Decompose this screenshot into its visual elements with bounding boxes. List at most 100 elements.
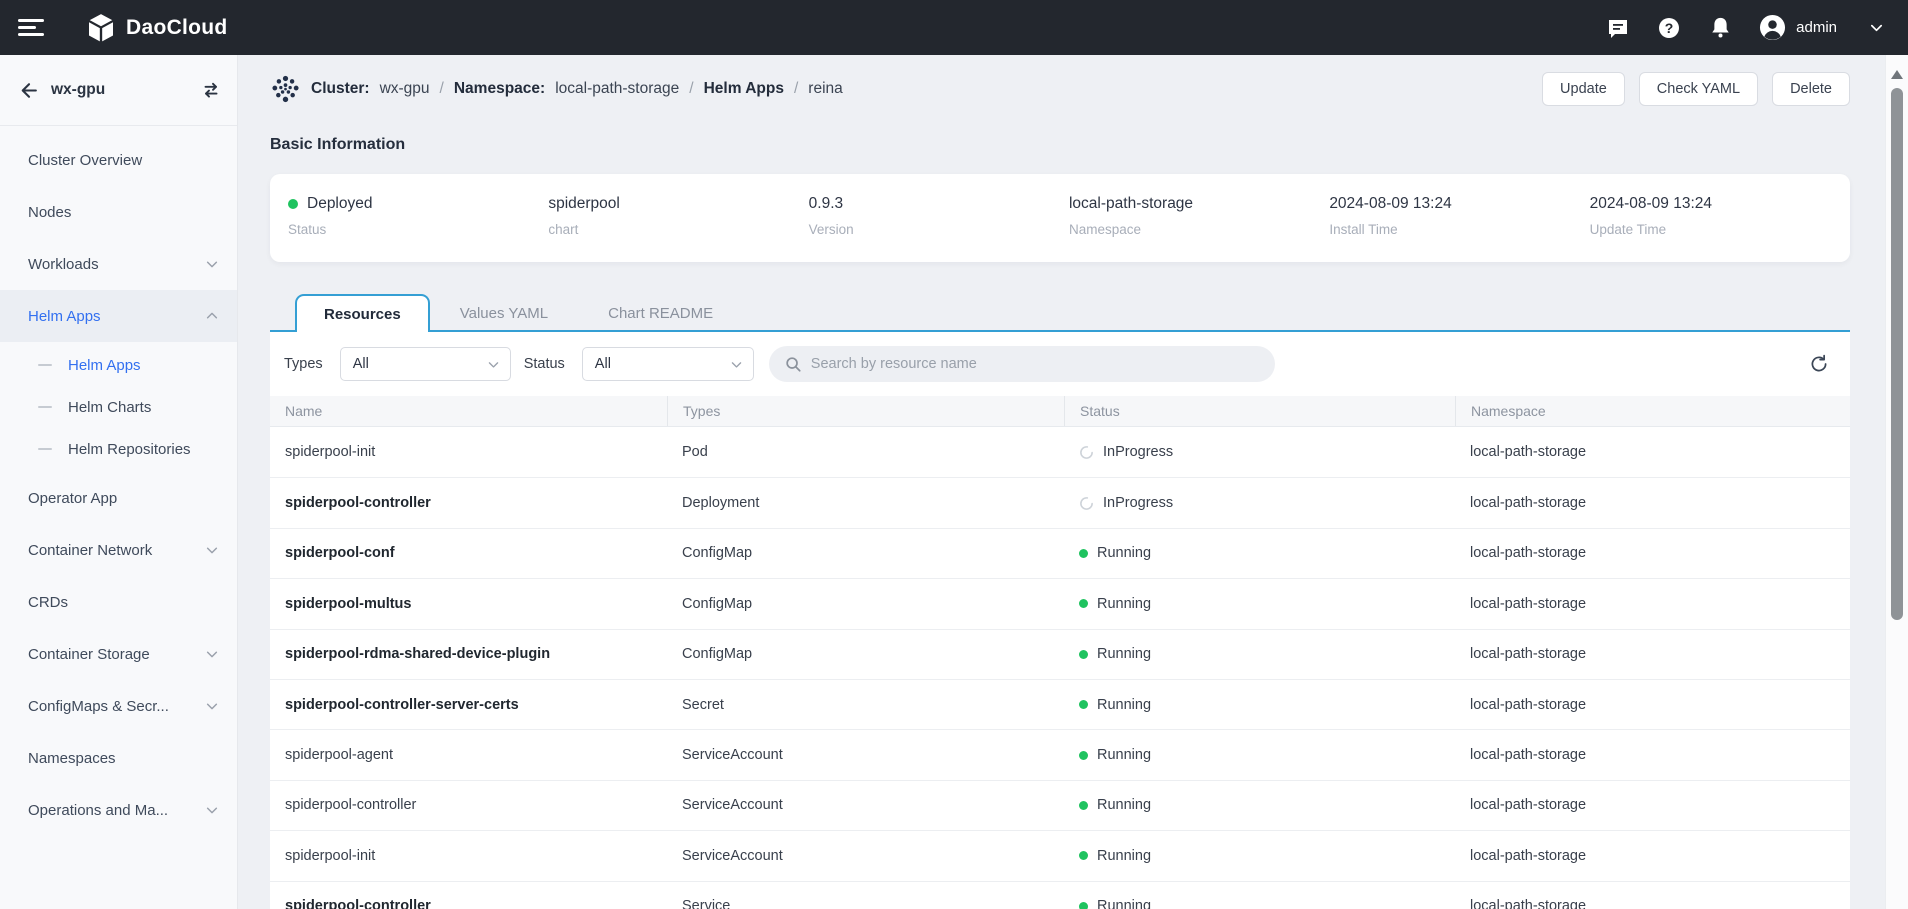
sidebar-item-container-network[interactable]: Container Network [0, 524, 237, 576]
chevron-down-icon [205, 647, 219, 661]
status-filter-value: All [595, 356, 730, 372]
tab-resources[interactable]: Resources [295, 294, 430, 332]
avatar-icon [1759, 14, 1786, 41]
cell-status: Running [1064, 831, 1455, 880]
sidebar-item-workloads[interactable]: Workloads [0, 238, 237, 290]
status-running-icon [1079, 599, 1088, 608]
sidebar-item-operator-app[interactable]: Operator App [0, 472, 237, 524]
cell-name[interactable]: spiderpool-rdma-shared-device-plugin [270, 630, 667, 679]
breadcrumb-separator: / [794, 80, 798, 98]
column-header-label: Status [1080, 403, 1120, 419]
resources-panel: Types All Status All [270, 332, 1850, 909]
help-icon[interactable]: ? [1657, 16, 1681, 40]
breadcrumb-separator: / [440, 80, 444, 98]
cell-namespace: local-path-storage [1455, 680, 1850, 729]
cell-type: ConfigMap [667, 579, 1064, 628]
status-running-icon [1079, 700, 1088, 709]
switch-cluster-icon[interactable] [201, 80, 221, 100]
table-row: spiderpool-multusConfigMapRunninglocal-p… [270, 578, 1850, 628]
sidebar-item-crds[interactable]: CRDs [0, 576, 237, 628]
brand-name: DaoCloud [126, 16, 228, 40]
cell-type: ConfigMap [667, 630, 1064, 679]
cell-type: Deployment [667, 478, 1064, 527]
types-filter-select[interactable]: All [340, 347, 511, 381]
sidebar-item-label: Cluster Overview [28, 152, 142, 169]
cell-namespace: local-path-storage [1455, 529, 1850, 578]
tab-chart-readme[interactable]: Chart README [578, 294, 743, 332]
status-deployed-icon [288, 199, 298, 209]
hamburger-menu-icon[interactable] [18, 19, 44, 36]
daocloud-cube-icon [86, 13, 116, 43]
cell-type: ServiceAccount [667, 831, 1064, 880]
cell-type: Pod [667, 427, 1064, 477]
sidebar-item-nodes[interactable]: Nodes [0, 186, 237, 238]
svg-text:?: ? [1665, 20, 1674, 36]
sidebar-item-namespaces[interactable]: Namespaces [0, 732, 237, 784]
status-label: Running [1097, 697, 1151, 713]
sidebar-item-label: Helm Apps [68, 357, 141, 374]
sidebar-item-operations-and-ma[interactable]: Operations and Ma... [0, 784, 237, 836]
status-label: Running [1097, 898, 1151, 909]
chevron-down-icon [487, 358, 500, 371]
status-filter-select[interactable]: All [582, 347, 754, 381]
cell-name[interactable]: spiderpool-controller-server-certs [270, 680, 667, 729]
page-actions: Update Check YAML Delete [1542, 72, 1850, 106]
breadcrumb-row: Cluster: wx-gpu / Namespace: local-path-… [270, 70, 1850, 108]
column-header-name: Name [270, 396, 667, 426]
username-label: admin [1796, 19, 1837, 36]
types-filter-value: All [353, 356, 487, 372]
info-field-update-time: 2024-08-09 13:24Update Time [1590, 195, 1850, 262]
chevron-down-icon [205, 543, 219, 557]
breadcrumb-separator: / [689, 80, 693, 98]
cell-name[interactable]: spiderpool-multus [270, 579, 667, 628]
tab-values-yaml[interactable]: Values YAML [430, 294, 578, 332]
status-running-icon [1079, 549, 1088, 558]
message-icon[interactable] [1606, 16, 1630, 40]
table-row: spiderpool-agentServiceAccountRunningloc… [270, 729, 1850, 779]
info-field-value: 2024-08-09 13:24 [1590, 195, 1712, 213]
sidebar-item-helm-charts[interactable]: Helm Charts [0, 386, 237, 428]
status-label: InProgress [1103, 495, 1173, 511]
scrollbar-thumb[interactable] [1891, 88, 1903, 620]
brand-logo[interactable]: DaoCloud [86, 13, 228, 43]
sidebar-item-cluster-overview[interactable]: Cluster Overview [0, 134, 237, 186]
sidebar-item-label: Helm Repositories [68, 441, 191, 458]
breadcrumb-cluster-value[interactable]: wx-gpu [380, 80, 430, 98]
cell-name[interactable]: spiderpool-conf [270, 529, 667, 578]
sidebar-item-helm-apps[interactable]: Helm Apps [0, 290, 237, 342]
user-menu[interactable]: admin [1759, 14, 1837, 41]
breadcrumb-namespace-value[interactable]: local-path-storage [555, 80, 679, 98]
search-icon [785, 356, 802, 373]
check-yaml-button[interactable]: Check YAML [1639, 72, 1758, 106]
cell-name[interactable]: spiderpool-controller [270, 882, 667, 909]
sidebar-cluster-name: wx-gpu [51, 81, 105, 99]
refresh-button[interactable] [1802, 347, 1836, 381]
search-input[interactable] [811, 356, 1261, 372]
update-button[interactable]: Update [1542, 72, 1625, 106]
chevron-down-icon[interactable] [1864, 16, 1888, 40]
breadcrumb-namespace-label: Namespace: [454, 80, 545, 98]
sidebar-item-configmaps-secr[interactable]: ConfigMaps & Secr... [0, 680, 237, 732]
cell-name: spiderpool-agent [270, 730, 667, 779]
notification-bell-icon[interactable] [1708, 16, 1732, 40]
breadcrumb-helm-apps-link[interactable]: Helm Apps [704, 80, 784, 98]
back-arrow-icon[interactable] [18, 80, 39, 101]
info-field-label: chart [548, 222, 798, 237]
dash-icon [38, 448, 52, 450]
chevron-down-icon [730, 358, 743, 371]
sidebar-item-helm-repositories[interactable]: Helm Repositories [0, 428, 237, 470]
info-field-label: Namespace [1069, 222, 1319, 237]
cell-namespace: local-path-storage [1455, 427, 1850, 477]
status-label: Running [1097, 646, 1151, 662]
info-field-value: local-path-storage [1069, 195, 1193, 213]
sidebar-item-helm-apps[interactable]: Helm Apps [0, 344, 237, 386]
scrollbar-up-arrow[interactable] [1891, 70, 1903, 79]
delete-button[interactable]: Delete [1772, 72, 1850, 106]
status-running-icon [1079, 650, 1088, 659]
chevron-down-icon [205, 803, 219, 817]
sidebar-item-container-storage[interactable]: Container Storage [0, 628, 237, 680]
cell-name[interactable]: spiderpool-controller [270, 478, 667, 527]
table-row: spiderpool-controllerDeployment InProgres… [270, 477, 1850, 527]
sidebar-item-label: Container Storage [28, 646, 150, 663]
column-header-namespace: Namespace [1455, 396, 1850, 426]
